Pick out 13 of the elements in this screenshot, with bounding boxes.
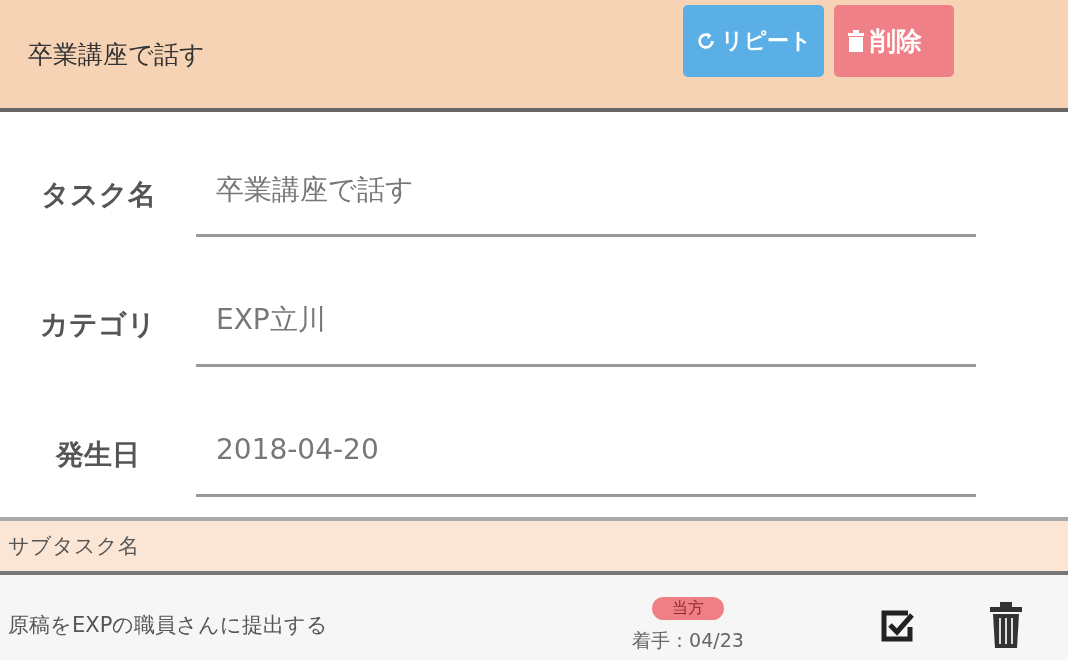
task-title: 卒業講座で話す bbox=[28, 38, 205, 71]
field-label: 発生日 bbox=[54, 437, 141, 473]
input-field[interactable]: EXP立川 bbox=[196, 283, 976, 367]
field-label: カテゴリ bbox=[39, 307, 157, 343]
column-heading: サブタスク名 bbox=[8, 533, 139, 560]
status-badge: 当方 bbox=[652, 596, 724, 620]
delete-button[interactable]: 削除 bbox=[834, 5, 954, 77]
input-field[interactable]: 卒業講座で話す bbox=[196, 153, 976, 237]
field-label: タスク名 bbox=[39, 177, 157, 213]
start-date: 着手：04/23 bbox=[632, 627, 744, 653]
repeat-button[interactable]: リピート bbox=[683, 5, 824, 77]
subtask-name: 原稿をEXPの職員さんに提出する bbox=[8, 612, 330, 639]
input-field[interactable]: 2018-04-20 bbox=[196, 413, 976, 497]
